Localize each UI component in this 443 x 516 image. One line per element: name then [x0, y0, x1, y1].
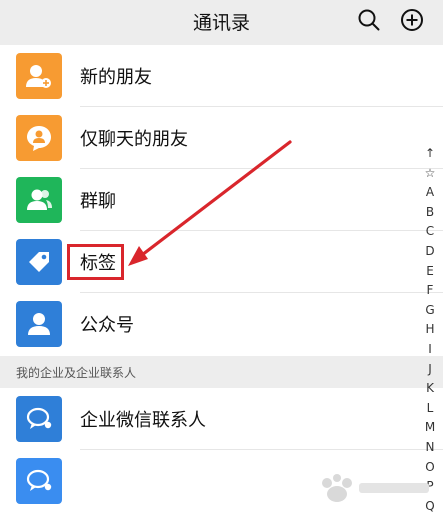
baidu-jingyan-watermark	[322, 474, 429, 502]
annotation-arrow	[128, 140, 292, 266]
